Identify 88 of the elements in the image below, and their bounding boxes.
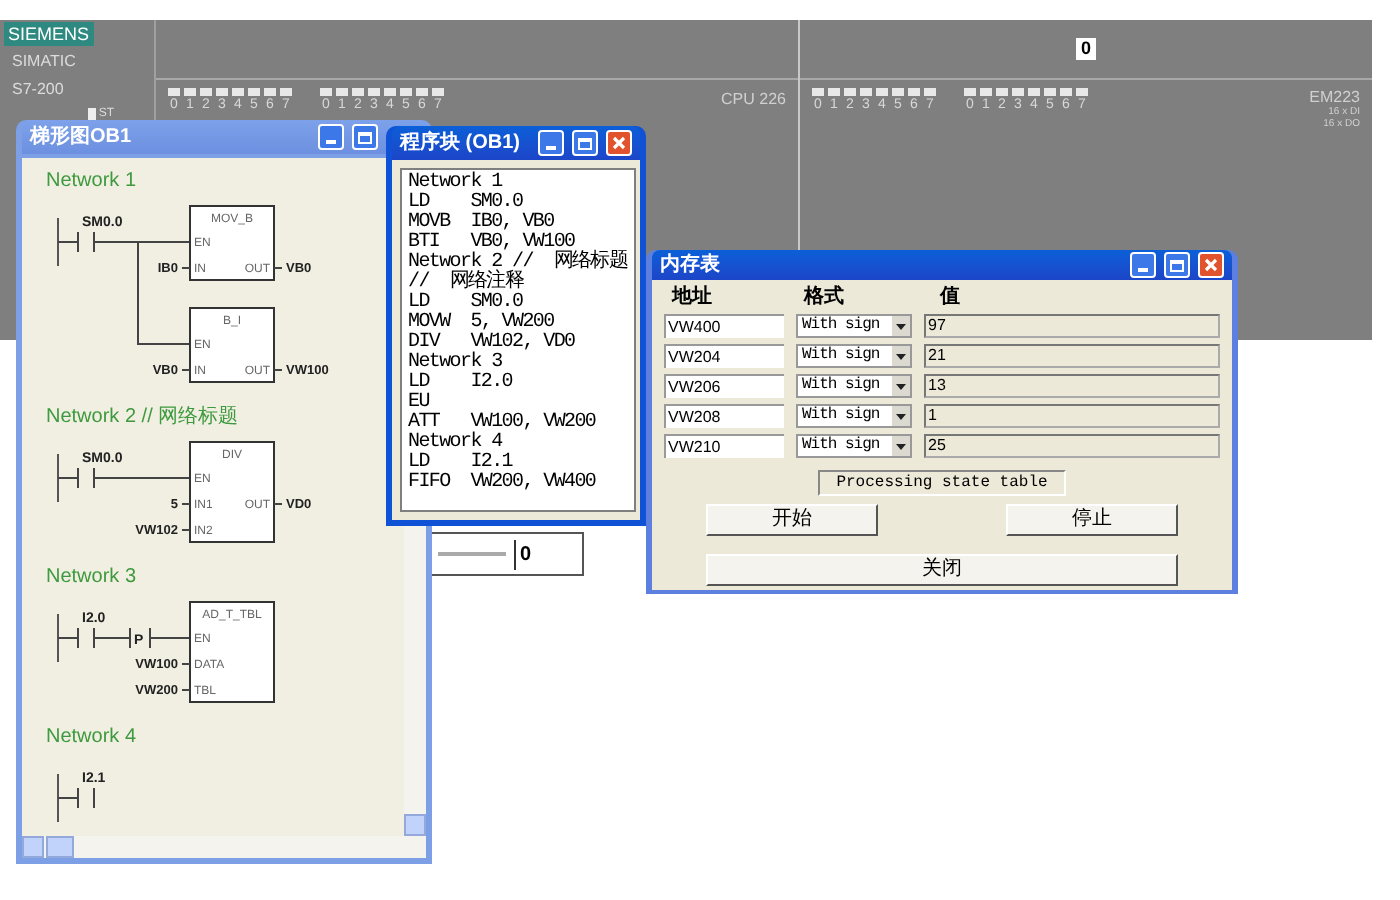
network-title: Network 4: [46, 726, 139, 750]
pin-line: [273, 503, 283, 505]
value-field: 13: [924, 374, 1220, 398]
code-line: EU: [408, 394, 429, 414]
pin-line: [181, 663, 191, 665]
rung-line: [93, 637, 191, 639]
action-button[interactable]: 开始: [706, 504, 878, 536]
address-field[interactable]: VW208: [664, 404, 784, 428]
address-field[interactable]: VW206: [664, 374, 784, 398]
led-strip: [320, 88, 444, 96]
code-line: Network 4: [408, 434, 503, 454]
status-text: Processing state table: [818, 470, 1066, 496]
address-field[interactable]: VW400: [664, 314, 784, 338]
window-title: 梯形图OB1: [30, 123, 134, 152]
function-block: [189, 441, 275, 543]
column-header: 地址: [669, 286, 714, 308]
family-label: SIMATIC: [10, 50, 78, 74]
format-dropdown[interactable]: With sign: [796, 404, 912, 428]
address-field[interactable]: VW210: [664, 434, 784, 458]
rung-line: [93, 477, 191, 479]
code-line: ATT VW100, VW200: [408, 414, 598, 434]
pin-line: [273, 369, 283, 371]
code-line: LD I2.0: [408, 374, 515, 394]
code-line: LD I2.1: [408, 454, 513, 474]
column-header: 格式: [801, 286, 846, 308]
close-button[interactable]: [606, 130, 632, 156]
pin-line: [181, 503, 191, 505]
address-field[interactable]: VW204: [664, 344, 784, 368]
maximize-button[interactable]: [572, 130, 598, 156]
pin-line: [181, 267, 191, 269]
action-button[interactable]: 停止: [1006, 504, 1178, 536]
column-header: 值: [937, 286, 960, 308]
close-button[interactable]: [1198, 252, 1224, 278]
minimize-button[interactable]: [1130, 252, 1156, 278]
value-field[interactable]: 0: [514, 539, 532, 569]
pin-line: [273, 267, 283, 269]
minimize-button[interactable]: [538, 130, 564, 156]
value-field: 21: [924, 344, 1220, 368]
format-dropdown[interactable]: With sign: [796, 344, 912, 368]
pin-line: [181, 689, 191, 691]
format-dropdown[interactable]: With sign: [796, 314, 912, 338]
maximize-button[interactable]: [1164, 252, 1190, 278]
code-line: FIFO VW200, VW400: [408, 474, 598, 494]
close-icon: [1204, 258, 1218, 272]
close-table-button[interactable]: 关闭: [706, 554, 1178, 586]
code-line: DIV VW102, VD0: [408, 334, 577, 354]
minimize-button[interactable]: [318, 124, 344, 150]
model-label: S7-200: [10, 78, 66, 102]
function-block: [189, 205, 275, 281]
close-icon: [612, 136, 626, 150]
code-line: LD SM0.0: [408, 194, 523, 214]
module-label: EM223: [1309, 88, 1360, 106]
contact-symbol: [57, 231, 95, 253]
code-line: MOVB IB0, VB0: [408, 214, 554, 234]
value-field: 1: [924, 404, 1220, 428]
maximize-button[interactable]: [352, 124, 378, 150]
value-field: 97: [924, 314, 1220, 338]
network-title: Network 2 // 网络标题: [46, 406, 241, 430]
code-area[interactable]: Network 1 LD SM0.0 MOVB IB0, VB0 BTI VB0, VW100 Network 2 // 网络标题 // 网络注释 LD SM0.0 MOVW 5, VW200 DIV VW102, VD0 Network 3 LD I2.0 EU ATT VW100, VW200 Network 4 LD I2.1 FIFO VW200, VW400: [400, 168, 636, 512]
code-line: MOVW 5, VW200: [408, 314, 554, 334]
edge-contact: [129, 627, 151, 649]
brand-logo: SIEMENS: [4, 22, 94, 46]
code-line: Network 1: [408, 174, 503, 194]
function-block: [189, 307, 275, 383]
window-title: 程序块 (OB1): [400, 128, 522, 158]
code-line: // 网络注释: [408, 274, 526, 294]
led-strip: [812, 88, 936, 96]
code-line: LD SM0.0: [408, 294, 523, 314]
vertical-scrollbar[interactable]: [404, 534, 426, 836]
contact-symbol: [57, 627, 95, 649]
function-block: [189, 601, 275, 703]
window-title: 内存表: [660, 251, 722, 280]
network-title: Network 3: [46, 566, 139, 590]
pin-line: [181, 529, 191, 531]
led-strip: [168, 88, 292, 96]
cpu-label: CPU 226: [721, 88, 786, 112]
pin-line: [181, 369, 191, 371]
rung-line: [93, 241, 191, 345]
display-value: 0: [1076, 38, 1095, 60]
horizontal-scrollbar[interactable]: [22, 836, 426, 858]
value-field: 25: [924, 434, 1220, 458]
contact-symbol: [57, 787, 95, 809]
code-line: Network 3: [408, 354, 502, 374]
network-title: Network 1: [46, 170, 139, 194]
format-dropdown[interactable]: With sign: [796, 434, 912, 458]
contact-symbol: [57, 467, 95, 489]
format-dropdown[interactable]: With sign: [796, 374, 912, 398]
led-strip: [964, 88, 1088, 96]
